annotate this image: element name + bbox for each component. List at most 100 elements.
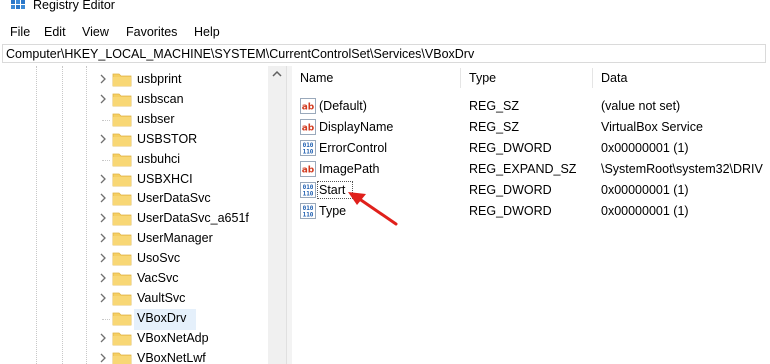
svg-text:110: 110 <box>303 191 314 198</box>
svg-text:ab: ab <box>302 103 315 113</box>
string-value-icon: ab <box>300 119 316 135</box>
tree-item[interactable]: VBoxNetAdp <box>0 329 286 349</box>
address-path[interactable]: Computer\HKEY_LOCAL_MACHINE\SYSTEM\Curre… <box>6 47 474 61</box>
tree-item-label: VacSvc <box>137 271 179 285</box>
tree-item[interactable]: UserDataSvc <box>0 189 286 209</box>
tree-item[interactable]: UserManager <box>0 229 286 249</box>
tree-item[interactable]: UsoSvc <box>0 249 286 269</box>
folder-icon <box>112 153 132 166</box>
svg-text:110: 110 <box>303 149 314 156</box>
title-bar: Registry Editor <box>0 0 770 17</box>
menu-help[interactable]: Help <box>194 25 220 39</box>
value-data: 0x00000001 (1) <box>601 183 689 197</box>
tree-item[interactable]: usbuhci <box>0 150 286 170</box>
tree-connector <box>102 159 110 161</box>
chevron-right-icon[interactable] <box>98 173 108 185</box>
value-name: ErrorControl <box>319 141 388 155</box>
tree-item[interactable]: usbscan <box>0 90 286 110</box>
value-name: (Default) <box>319 99 367 113</box>
tree-item[interactable]: VacSvc <box>0 269 286 289</box>
folder-icon <box>112 192 132 206</box>
tree-connector <box>102 119 110 121</box>
tree-item-label: usbser <box>137 111 175 126</box>
tree-item[interactable]: USBXHCI <box>0 170 286 190</box>
value-row[interactable]: 010 110 ErrorControl REG_DWORD 0x00000001 (1… <box>292 138 770 159</box>
regedit-icon <box>11 0 25 9</box>
value-row[interactable]: ab ImagePath REG_EXPAND_SZ \SystemRoot\syst… <box>292 159 770 180</box>
folder-icon <box>112 173 132 186</box>
tree-item-label: usbuhci <box>137 151 181 166</box>
tree-item-label: usbprint <box>137 72 182 86</box>
chevron-right-icon[interactable] <box>98 332 108 344</box>
tree-item[interactable]: VBoxNetLwf <box>0 349 286 364</box>
chevron-right-icon[interactable] <box>98 272 108 284</box>
chevron-right-icon[interactable] <box>98 252 108 264</box>
dword-value-icon: 010110 <box>300 140 316 156</box>
folder-icon <box>112 332 132 346</box>
value-type: REG_DWORD <box>469 183 552 197</box>
value-row[interactable]: ab (Default) REG_SZ (value not set) <box>292 96 770 117</box>
string-value-icon: ab <box>300 98 316 114</box>
chevron-right-icon[interactable] <box>98 232 108 244</box>
tree-item[interactable]: usbser <box>0 110 286 130</box>
value-data: \SystemRoot\system32\DRIV <box>601 162 763 176</box>
value-data: VirtualBox Service <box>601 120 703 134</box>
value-name: ImagePath <box>319 162 380 176</box>
tree-item-label: VBoxNetLwf <box>137 350 206 364</box>
tree-connector <box>102 318 110 320</box>
folder-icon <box>112 93 132 107</box>
value-type: REG_EXPAND_SZ <box>469 162 577 176</box>
key-tree[interactable]: usbprint usbscan usbser USBSTOR usbuhci USBXH… <box>0 66 286 364</box>
tree-item-label: UserDataSvc_a651f <box>137 211 249 226</box>
tree-item[interactable]: VBoxDrv <box>0 308 286 330</box>
tree-item-label: VBoxDrv <box>137 310 187 325</box>
chevron-right-icon[interactable] <box>98 133 108 145</box>
scroll-up-icon[interactable] <box>271 69 283 79</box>
value-name: Start <box>319 183 346 197</box>
svg-text:ab: ab <box>302 124 315 134</box>
chevron-right-icon[interactable] <box>98 352 108 364</box>
menu-edit[interactable]: Edit <box>44 25 66 39</box>
value-data: 0x00000001 (1) <box>601 141 689 155</box>
value-type: REG_DWORD <box>469 204 552 218</box>
address-bar[interactable]: Computer\HKEY_LOCAL_MACHINE\SYSTEM\Curre… <box>2 44 766 63</box>
menu-bar: File Edit View Favorites Help <box>0 22 770 42</box>
tree-item-label: UserManager <box>137 231 213 246</box>
folder-icon <box>112 73 132 87</box>
tree-item[interactable]: UserDataSvc_a651f <box>0 209 286 229</box>
value-name: Type <box>319 204 347 218</box>
chevron-right-icon[interactable] <box>98 212 108 224</box>
folder-icon <box>112 133 132 147</box>
dword-value-icon: 010110 <box>300 182 316 198</box>
folder-icon <box>112 352 132 364</box>
annotation-arrow-icon <box>348 192 398 226</box>
value-row[interactable]: ab DisplayName REG_SZ VirtualBox Service <box>292 117 770 138</box>
chevron-right-icon[interactable] <box>98 292 108 304</box>
value-type: REG_SZ <box>469 120 520 134</box>
folder-icon <box>112 232 132 246</box>
tree-item-label: USBSTOR <box>137 131 198 146</box>
tree-item[interactable]: VaultSvc <box>0 289 286 309</box>
scroll-thumb[interactable] <box>272 86 282 362</box>
tree-scrollbar[interactable] <box>268 66 286 364</box>
tree-item-label: usbscan <box>137 91 184 106</box>
column-header-type[interactable]: Type <box>461 66 592 90</box>
menu-file[interactable]: File <box>10 25 30 39</box>
menu-view[interactable]: View <box>82 25 109 39</box>
folder-icon <box>112 212 132 226</box>
tree-item-label: USBXHCI <box>137 171 193 186</box>
dword-value-icon: 010110 <box>300 203 316 219</box>
value-data: 0x00000001 (1) <box>601 204 689 218</box>
string-value-icon: ab <box>300 161 316 177</box>
folder-icon <box>112 252 132 266</box>
chevron-right-icon[interactable] <box>98 73 108 85</box>
tree-item[interactable]: usbprint <box>0 70 286 90</box>
chevron-right-icon[interactable] <box>98 192 108 204</box>
menu-favorites[interactable]: Favorites <box>126 25 177 39</box>
tree-item-label: UsoSvc <box>137 251 181 266</box>
tree-item[interactable]: USBSTOR <box>0 130 286 150</box>
column-header-name[interactable]: Name <box>292 66 460 90</box>
chevron-right-icon[interactable] <box>98 93 108 105</box>
value-type: REG_SZ <box>469 99 520 113</box>
column-header-data[interactable]: Data <box>593 66 770 90</box>
